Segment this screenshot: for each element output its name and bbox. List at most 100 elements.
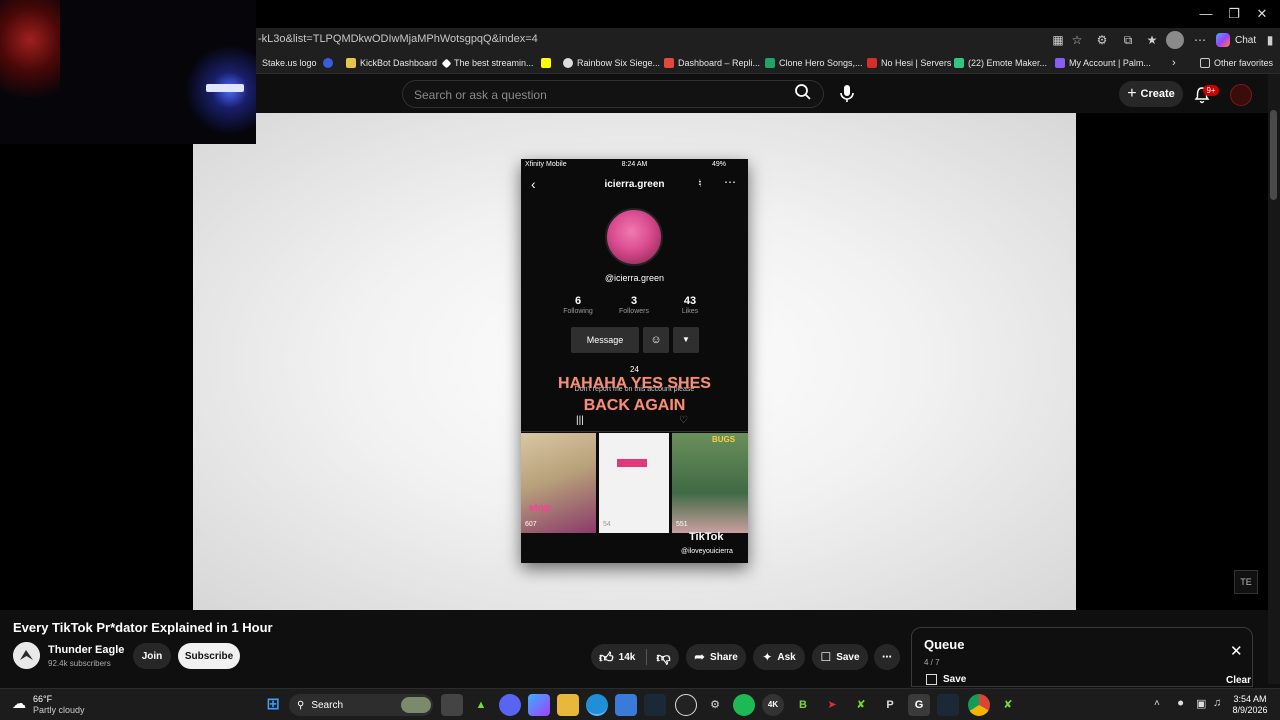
bookmark-r[interactable] [323,55,333,71]
bookmark-clone-hero[interactable]: Clone Hero Songs,... [765,55,863,71]
share-button[interactable]: ➦ Share [686,644,746,670]
extensions-icon[interactable]: ⚙ [1094,32,1110,48]
like-count[interactable]: 14k [619,652,636,663]
follow-status-icon: ☺ [643,327,669,353]
clock-time[interactable]: 3:54 AM [1232,694,1268,704]
store-icon[interactable] [615,694,637,716]
tray-mic-icon[interactable]: ⚫ [1176,697,1185,710]
spotify-icon[interactable] [733,694,755,716]
queue-save-button[interactable]: Save [926,674,966,685]
thumbs-down-icon[interactable]: 👎︎ [656,649,670,666]
thumbs-up-icon[interactable]: 👍︎ [599,649,614,666]
weather-description[interactable]: Partly cloudy [33,705,85,715]
create-label: Create [1140,88,1175,100]
red-app-icon[interactable]: ➤ [821,694,843,716]
queue-save-label: Save [943,674,967,685]
search-box[interactable]: Search or ask a question [402,80,824,108]
other-favorites[interactable]: Other favorites [1200,55,1273,71]
bookmark-label: KickBot Dashboard [360,58,438,68]
file-explorer-icon[interactable] [557,694,579,716]
favorites-icon[interactable]: ★ [1144,32,1160,48]
copilot-chat-button[interactable]: Chat [1216,32,1256,48]
profile-icon[interactable] [1166,31,1184,49]
steam-2-icon[interactable] [937,694,959,716]
weather-cloud-icon[interactable]: ☁ [12,695,26,712]
task-view-icon[interactable] [441,694,463,716]
other-favorites-label: Other favorites [1214,58,1274,68]
bookmark-stake[interactable]: Stake.us logo [262,55,317,71]
ask-button[interactable]: ✦ Ask [753,644,805,670]
tray-display-icon[interactable]: ▣ [1196,697,1206,710]
g-app-icon[interactable]: G [908,694,930,716]
more-horizontal-icon: ⋯ [882,651,892,663]
bookmark-rainbow-six[interactable]: Rainbow Six Siege... [563,55,660,71]
emote-maker-icon [954,58,964,68]
split-screen-icon[interactable]: ⧉ [1120,32,1136,48]
settings-gear-icon[interactable]: ⚙ [704,694,726,716]
bookmark-streaming[interactable]: The best streamin... [441,55,534,71]
queue-clear-button[interactable]: Clear [1226,675,1251,686]
share-arrow-icon: ➦ [694,649,706,664]
liked-tab-icon: ♡ [679,415,688,426]
video-title: Every TikTok Pr*dator Explained in 1 Hou… [13,620,273,635]
channel-name[interactable]: Thunder Eagle [48,644,124,656]
favorite-star-icon[interactable]: ☆ [1069,32,1085,48]
checkbox-icon [926,674,937,685]
no-hesi-icon [867,58,877,68]
clock-date[interactable]: 8/9/2026 [1230,705,1270,715]
bookmark-emote-maker[interactable]: (22) Emote Maker... [954,55,1047,71]
bookmark-palm[interactable]: My Account | Palm... [1055,55,1151,71]
copilot-app-icon[interactable] [528,694,550,716]
join-button[interactable]: Join [133,643,171,669]
p-app-icon[interactable]: P [879,694,901,716]
bookmark-replit[interactable]: Dashboard – Repli... [664,55,760,71]
more-actions-button[interactable]: ⋯ [874,644,900,670]
steam-icon[interactable] [644,694,666,716]
streaming-icon [441,58,452,68]
bookmark-no-hesi[interactable]: No Hesi | Servers [867,55,951,71]
bookmark-label: My Account | Palm... [1069,58,1151,68]
bookmark-kickbot[interactable]: KickBot Dashboard [346,55,437,71]
create-button[interactable]: + Create [1119,81,1183,107]
windows-start-icon[interactable]: ⊞ [262,694,284,716]
obs-icon[interactable] [675,694,697,716]
taskbar-search[interactable]: ⚲ Search [289,694,433,716]
channel-avatar[interactable] [13,642,40,669]
4k-app-icon[interactable]: 4K [762,694,784,716]
minimize-button[interactable]: — [1194,4,1218,24]
edge-icon[interactable] [586,694,608,716]
bookmark-snapchat[interactable] [541,55,551,71]
snapchat-icon [541,58,551,68]
save-button[interactable]: ☐ Save [812,644,868,670]
account-avatar[interactable] [1230,84,1252,106]
tray-overflow-chevron-icon[interactable]: ˄ [1154,698,1160,709]
tray-volume-icon[interactable]: ♫ [1213,697,1221,709]
close-queue-icon[interactable]: ✕ [1230,642,1243,660]
sidebar-collapse-icon[interactable]: ▮ [1262,32,1278,48]
bookmark-label: Clone Hero Songs,... [779,58,863,68]
weather-temperature[interactable]: 66°F [33,694,52,704]
bookmark-label: (22) Emote Maker... [968,58,1048,68]
likes-label: Likes [681,308,699,315]
b-app-icon[interactable]: B [792,694,814,716]
discord-icon[interactable] [499,694,521,716]
subscribe-button[interactable]: Subscribe [178,643,240,669]
chrome-icon[interactable] [968,694,990,716]
nvidia-icon[interactable]: ▲ [470,694,492,716]
channel-watermark[interactable]: TE [1234,570,1258,594]
maximize-button[interactable]: ❐ [1222,4,1246,24]
scrollbar-thumb[interactable] [1270,110,1277,200]
bookmarks-overflow-chevron-icon[interactable]: › [1172,55,1176,71]
url-text[interactable]: -kL3o&list=TLPQMDkwODIwMjaMPhWotsgpqQ&in… [258,33,538,45]
more-menu-icon[interactable]: ⋯ [1192,32,1208,48]
video-thumbnail-2: 54 [599,433,669,533]
search-button[interactable] [791,83,815,105]
following-label: Following [563,308,593,315]
close-window-button[interactable]: ✕ [1250,4,1274,24]
app-available-icon[interactable]: ▦ [1050,32,1066,48]
xbox-icon[interactable]: ✘ [850,694,872,716]
search-input[interactable]: Search or ask a question [414,88,547,102]
voice-search-button[interactable] [836,81,858,107]
ask-label: Ask [777,651,796,663]
xbox-2-icon[interactable]: ✘ [997,694,1019,716]
